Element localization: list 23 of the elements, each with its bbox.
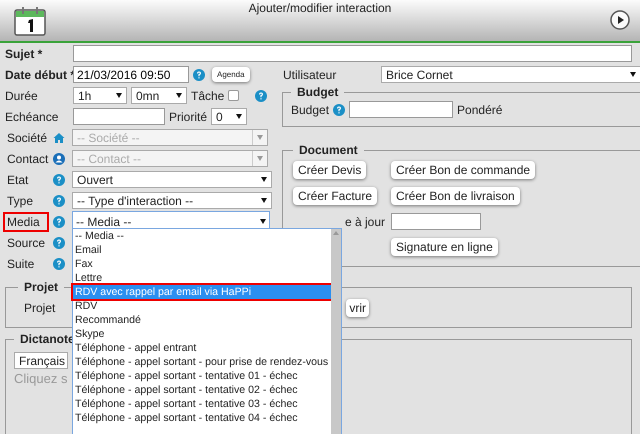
field-label: Contact: [6, 150, 49, 168]
field-label: Media: [3, 212, 49, 232]
panel-legend: Document: [293, 143, 364, 157]
field-label: Etat: [6, 172, 30, 188]
field-label: Source: [6, 234, 46, 252]
field-label: Echéance: [5, 110, 60, 124]
panel-legend: Budget: [291, 85, 344, 99]
field-label: Durée: [5, 88, 39, 102]
weighted-label: Pondéré: [457, 102, 502, 116]
update-label: e à jour: [344, 214, 385, 228]
task-label: Tâche: [191, 88, 224, 102]
panel-legend: Dictanote: [20, 332, 75, 346]
budget-label: Budget: [291, 102, 330, 116]
field-label: Société: [6, 130, 48, 146]
field-label: Utilisateur: [282, 68, 338, 82]
priority-label: Priorité: [169, 110, 208, 124]
dictation-hint: Cliquez s: [14, 371, 68, 386]
panel-legend: Projet: [18, 280, 64, 294]
window-title: Ajouter/modifier interaction: [248, 1, 392, 15]
project-label: Projet: [23, 301, 56, 315]
field-label: Sujet *: [5, 46, 44, 60]
field-label: Suite: [6, 256, 36, 272]
field-label: Type: [6, 192, 34, 210]
